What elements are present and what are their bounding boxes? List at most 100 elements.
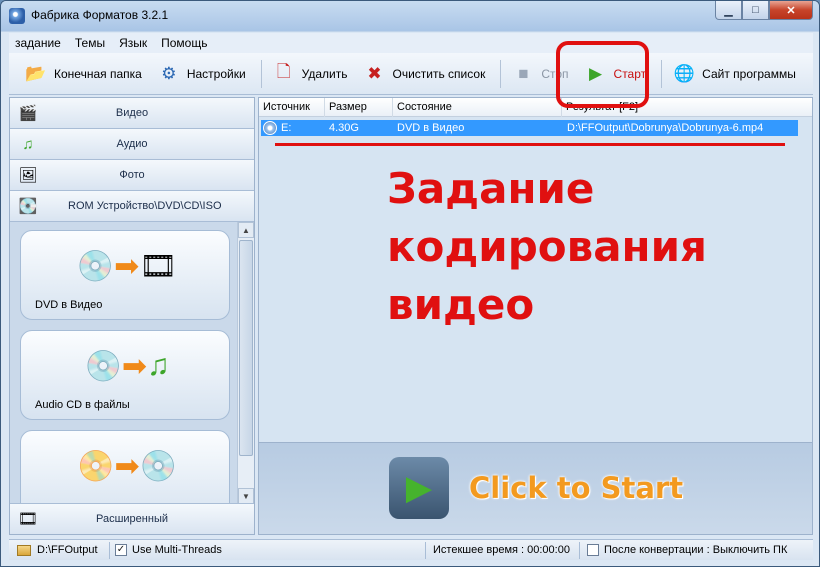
website-label: Сайт программы — [702, 66, 796, 81]
maximize-button[interactable]: □ — [742, 1, 769, 20]
column-size[interactable]: Размер — [329, 101, 367, 113]
conversion-dvd-to-video[interactable]: 💿 ➡ 🎞 DVD в Видео — [20, 230, 230, 320]
output-folder-label: Конечная папка — [54, 66, 142, 81]
stop-icon: ■ — [518, 63, 529, 83]
close-button[interactable]: ✕ — [769, 1, 813, 20]
annotation-line: видео — [387, 280, 535, 329]
website-button[interactable]: 🌐 Сайт программы — [667, 57, 800, 91]
table-row[interactable]: E: 4.30G DVD в Видео D:\FFOutput\Dobruny… — [261, 120, 798, 136]
settings-button[interactable]: ⚙ Настройки — [152, 57, 250, 91]
maximize-icon: □ — [752, 4, 759, 16]
category-advanced-label: Расширенный — [96, 513, 168, 525]
annotation-text: Задание кодирования видео — [387, 160, 707, 334]
elapsed-time-text: Истекшее время : 00:00:00 — [433, 544, 570, 556]
after-conversion-option[interactable]: После конвертации : Выключить ПК — [587, 544, 787, 556]
annotation-line: кодирования — [387, 222, 707, 271]
status-separator — [109, 542, 110, 559]
menu-themes[interactable]: Темы — [75, 36, 105, 50]
task-list-panel: Источник Размер Состояние Результат [F2]… — [258, 97, 813, 535]
output-folder-button[interactable]: 📂 Конечная папка — [19, 57, 146, 91]
cell-size: 4.30G — [329, 122, 359, 134]
category-video[interactable]: 🎬 Видео — [10, 98, 254, 129]
menu-help[interactable]: Помощь — [161, 36, 207, 50]
delete-label: Удалить — [301, 66, 348, 81]
dvd-to-cd-icon: 📀 ➡ 💿 — [77, 449, 177, 483]
status-separator — [579, 542, 580, 559]
start-area: ▶ Click to Start — [259, 442, 812, 534]
elapsed-time: Истекшее время : 00:00:00 — [433, 544, 570, 556]
dvd-icon — [263, 121, 277, 135]
category-advanced[interactable]: 🎞 Расширенный — [10, 503, 254, 534]
multithread-option[interactable]: ✓ Use Multi-Threads — [115, 544, 222, 556]
category-panel: 🎬 Видео ♫ Аудио 🖼 Фото 💽 ROM Устройство\… — [9, 97, 255, 535]
toolbar-separator — [500, 59, 502, 88]
table-header: Источник Размер Состояние Результат [F2] — [259, 98, 812, 117]
output-folder-status[interactable]: D:\FFOutput — [17, 544, 98, 556]
folder-icon: 📂 — [25, 63, 47, 83]
annotation-underline — [275, 143, 785, 146]
after-conversion-checkbox[interactable] — [587, 544, 599, 556]
column-divider[interactable] — [324, 98, 325, 117]
scrollbar-thumb[interactable] — [239, 240, 253, 456]
start-convert-icon[interactable]: ▶ — [389, 457, 449, 519]
category-rom[interactable]: 💽 ROM Устройство\DVD\CD\ISO — [10, 191, 254, 222]
menu-language[interactable]: Язык — [119, 36, 147, 50]
multithread-checkbox[interactable]: ✓ — [115, 544, 127, 556]
conversion-label: DVD в Видео — [35, 299, 103, 311]
scroll-up-arrow-icon[interactable]: ▲ — [238, 222, 254, 238]
clear-list-icon: ✖ — [367, 63, 382, 83]
cell-source: E: — [281, 122, 292, 134]
start-highlight-box — [556, 41, 649, 108]
film-icon: 🎬 — [18, 105, 38, 122]
picture-icon: 🖼 — [18, 167, 38, 184]
category-audio-label: Аудио — [116, 138, 148, 150]
cell-status: DVD в Видео — [397, 122, 465, 134]
conversion-cd-to-audio[interactable]: 💿 ➡ ♫ Audio CD в файлы — [20, 330, 230, 420]
category-audio[interactable]: ♫ Аудио — [10, 129, 254, 160]
column-source[interactable]: Источник — [263, 101, 310, 113]
minimize-icon: ▁ — [724, 4, 733, 17]
conversion-dvd-to-cd[interactable]: 📀 ➡ 💿 — [20, 430, 230, 504]
vertical-scrollbar[interactable]: ▲ ▼ — [237, 222, 254, 504]
dvd-to-video-icon: 💿 ➡ 🎞 — [76, 249, 178, 283]
click-to-start-label[interactable]: Click to Start — [469, 471, 683, 505]
column-divider[interactable] — [392, 98, 393, 117]
output-folder-path: D:\FFOutput — [37, 544, 98, 556]
delete-icon: 🗋 — [276, 62, 291, 81]
menu-task[interactable]: задание — [15, 36, 61, 50]
scroll-down-arrow-icon[interactable]: ▼ — [238, 488, 254, 504]
app-window: Фабрика Форматов 3.2.1 ▁ □ ✕ задание Тем… — [0, 0, 820, 567]
film-reel-icon: 🎞 — [17, 511, 39, 528]
multithread-label: Use Multi-Threads — [132, 544, 222, 556]
settings-label: Настройки — [186, 66, 246, 81]
cd-to-audio-icon: 💿 ➡ ♫ — [84, 349, 170, 383]
toolbar-separator — [661, 59, 663, 88]
globe-icon: 🌐 — [673, 63, 695, 83]
toolbar: 📂 Конечная папка ⚙ Настройки 🗋 Удалить ✖… — [9, 53, 813, 95]
annotation-line: Задание — [387, 164, 595, 213]
category-rom-label: ROM Устройство\DVD\CD\ISO — [68, 200, 222, 212]
after-conversion-label: После конвертации : Выключить ПК — [604, 544, 788, 556]
music-note-icon: ♫ — [22, 135, 34, 153]
clear-list-button[interactable]: ✖ Очистить список — [357, 57, 489, 91]
title-bar: Фабрика Форматов 3.2.1 ▁ □ ✕ — [1, 1, 819, 31]
column-status[interactable]: Состояние — [397, 101, 452, 113]
toolbar-separator — [260, 59, 262, 88]
window-controls: ▁ □ ✕ — [715, 1, 813, 20]
menu-bar: задание Темы Язык Помощь — [9, 33, 813, 53]
conversion-list: 💿 ➡ 🎞 DVD в Видео 💿 ➡ ♫ Audio CD в файлы 📀 ➡ 💿… — [10, 222, 254, 504]
category-photo[interactable]: 🖼 Фото — [10, 160, 254, 191]
settings-icon: ⚙ — [161, 63, 177, 83]
clear-list-label: Очистить список — [392, 66, 486, 81]
app-icon — [9, 8, 25, 24]
conversion-label: Audio CD в файлы — [35, 399, 130, 411]
close-icon: ✕ — [786, 4, 796, 17]
folder-icon — [17, 544, 31, 556]
minimize-button[interactable]: ▁ — [715, 1, 742, 20]
status-bar: D:\FFOutput ✓ Use Multi-Threads Истекшее… — [9, 539, 813, 560]
delete-button[interactable]: 🗋 Удалить — [267, 57, 352, 91]
disc-drive-icon: 💽 — [18, 198, 38, 215]
category-photo-label: Фото — [119, 169, 145, 181]
cell-output: D:\FFOutput\Dobrunya\Dobrunya-6.mp4 — [567, 122, 764, 134]
status-separator — [425, 542, 426, 559]
